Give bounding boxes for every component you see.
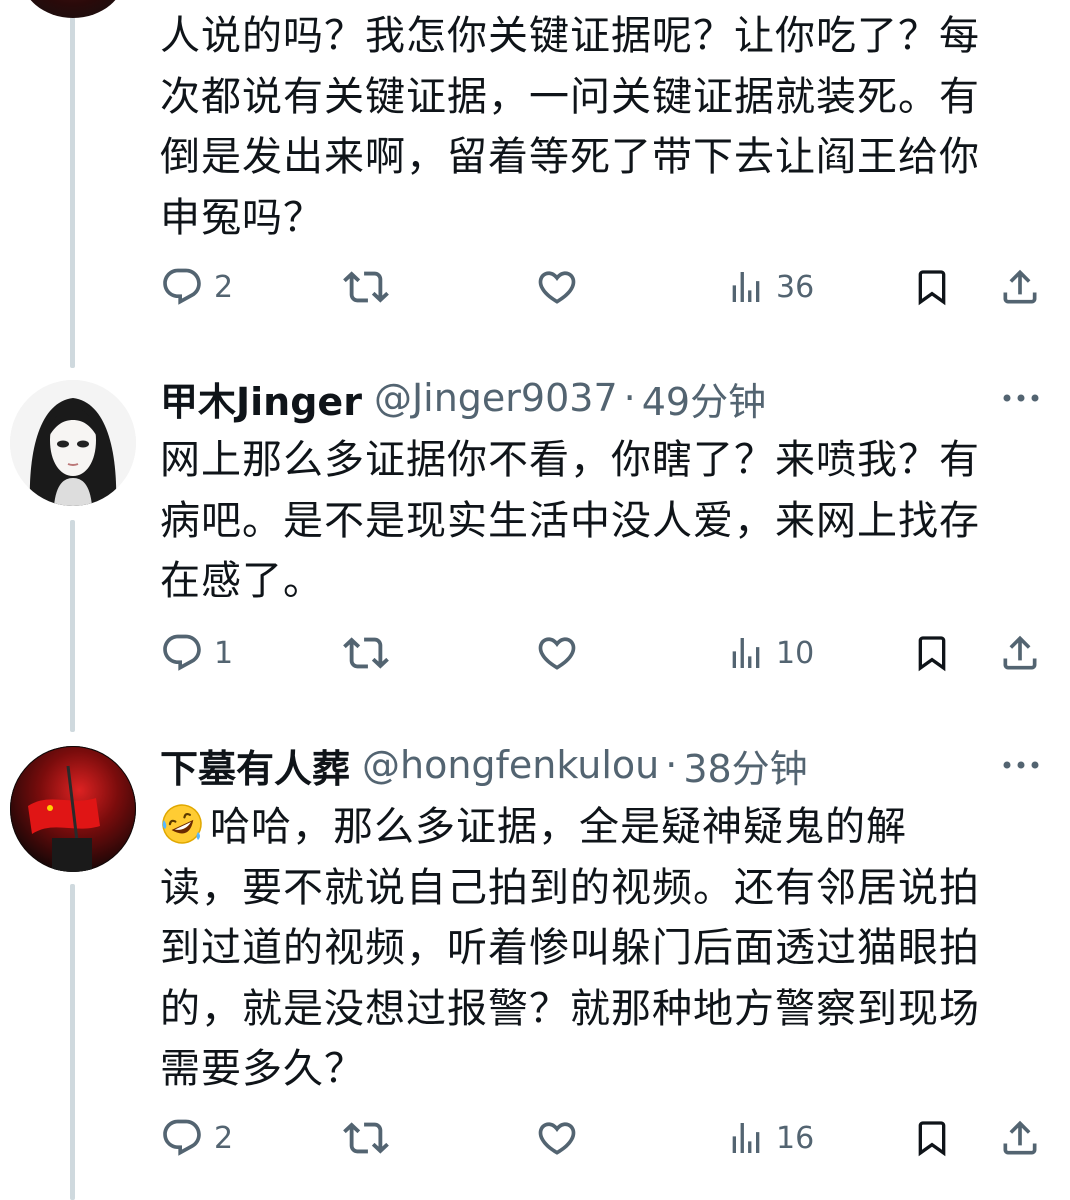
tweet-header: 下墓有人葬 @hongfenkulou · 38分钟: [160, 738, 808, 792]
heart-icon: [535, 1116, 579, 1160]
tweet-text: 哈哈，那么多证据，全是疑神疑鬼的解 读，要不就说自己拍到的视频。还有邻居说拍 到…: [160, 797, 1040, 1100]
views-bar-chart-icon: [726, 1116, 766, 1160]
like-button[interactable]: [535, 262, 579, 312]
timestamp[interactable]: 49分钟: [642, 371, 766, 426]
views-bar-chart-icon: [726, 265, 766, 309]
retweet-icon: [343, 630, 389, 676]
more-options-button[interactable]: [998, 738, 1044, 792]
reply-button[interactable]: 2: [160, 262, 233, 312]
more-options-icon: [1001, 389, 1041, 408]
separator-dot: ·: [665, 743, 678, 787]
tweet-text: 网上那么多证据你不看，你瞎了？来喷我？有 病吧。是不是现实生活中没人爱，来网上找…: [160, 430, 1040, 612]
share-button[interactable]: [998, 1113, 1042, 1163]
display-name[interactable]: 下墓有人葬: [160, 738, 350, 793]
reply-button[interactable]: 1: [160, 628, 233, 678]
tweet-actions: 2 16: [160, 1113, 1045, 1163]
views-count: 16: [776, 1120, 815, 1156]
share-icon: [998, 631, 1042, 675]
share-button[interactable]: [998, 628, 1042, 678]
rolling-on-floor-laughing-emoji: [160, 802, 204, 846]
share-icon: [998, 265, 1042, 309]
reply-count: 2: [214, 269, 234, 305]
bookmark-icon: [912, 265, 952, 309]
tweet-text-line: 的，就是没想过报警？就那种地方警察到现场: [160, 985, 980, 1032]
tweet-text-line: 网上那么多证据你不看，你瞎了？来喷我？有: [160, 437, 980, 483]
tweet-text-line: 次都说有关键证据，一问关键证据就装死。有: [160, 73, 980, 120]
thread-line: [70, 0, 75, 368]
heart-icon: [535, 265, 579, 309]
tweet-text-line: 人说的吗？我怎你关键证据呢？让你吃了？每: [160, 13, 980, 59]
views-button[interactable]: 16: [726, 1113, 814, 1163]
tweet-text-fragment: 哈哈，那么多证据，全是疑神疑鬼的解: [210, 804, 907, 850]
views-count: 36: [776, 269, 815, 305]
tweet-text-line: 在感了。: [160, 558, 324, 604]
retweet-button[interactable]: [343, 262, 389, 312]
reply-icon: [160, 265, 204, 309]
views-count: 10: [776, 635, 815, 671]
more-options-button[interactable]: [998, 371, 1044, 425]
reply-count: 2: [214, 1120, 234, 1156]
thread-line: [70, 520, 75, 732]
retweet-button[interactable]: [343, 1113, 389, 1163]
display-name[interactable]: 甲木Jinger: [160, 371, 362, 426]
share-icon: [998, 1116, 1042, 1160]
separator-dot: ·: [623, 376, 636, 420]
user-handle[interactable]: @hongfenkulou: [362, 743, 659, 787]
thread-line: [70, 884, 75, 1200]
avatar[interactable]: [10, 380, 136, 506]
tweet-actions: 1 10: [160, 628, 1045, 678]
tweet-text-line: 需要多久？: [160, 1046, 365, 1092]
tweet-text-line: 倒是发出来啊，留着等死了带下去让阎王给你: [160, 134, 980, 180]
reply-icon: [160, 631, 204, 675]
reply-button[interactable]: 2: [160, 1113, 233, 1163]
bookmark-button[interactable]: [912, 1113, 952, 1163]
user-handle[interactable]: @Jinger9037: [374, 376, 618, 420]
tweet-text: 人说的吗？我怎你关键证据呢？让你吃了？每 次都说有关键证据，一问关键证据就装死。…: [160, 6, 1040, 248]
retweet-icon: [343, 264, 389, 310]
avatar[interactable]: [20, 0, 126, 18]
timestamp[interactable]: 38分钟: [683, 738, 807, 793]
like-button[interactable]: [535, 1113, 579, 1163]
tweet-header: 甲木Jinger @Jinger9037 · 49分钟: [160, 371, 766, 425]
more-options-icon: [1001, 756, 1041, 775]
retweet-button[interactable]: [343, 628, 389, 678]
tweet-text-line: 病吧。是不是现实生活中没人爱，来网上找存: [160, 497, 980, 544]
views-button[interactable]: 10: [726, 628, 814, 678]
tweet-text-line: 申冤吗？: [160, 194, 324, 241]
tweet-actions: 2 36: [160, 262, 1045, 312]
views-bar-chart-icon: [726, 631, 766, 675]
reply-count: 1: [214, 635, 234, 671]
bookmark-icon: [912, 1116, 952, 1160]
bookmark-button[interactable]: [912, 262, 952, 312]
like-button[interactable]: [535, 628, 579, 678]
retweet-icon: [343, 1115, 389, 1161]
share-button[interactable]: [998, 262, 1042, 312]
bookmark-icon: [912, 631, 952, 675]
bookmark-button[interactable]: [912, 628, 952, 678]
tweet-text-line: 哈哈，那么多证据，全是疑神疑鬼的解: [160, 797, 1040, 858]
tweet-text-line: 读，要不就说自己拍到的视频。还有邻居说拍: [160, 864, 980, 911]
heart-icon: [535, 631, 579, 675]
tweet-text-line: 到过道的视频，听着惨叫躲门后面透过猫眼拍: [160, 925, 980, 971]
reply-icon: [160, 1116, 204, 1160]
views-button[interactable]: 36: [726, 262, 814, 312]
avatar[interactable]: [10, 746, 136, 872]
